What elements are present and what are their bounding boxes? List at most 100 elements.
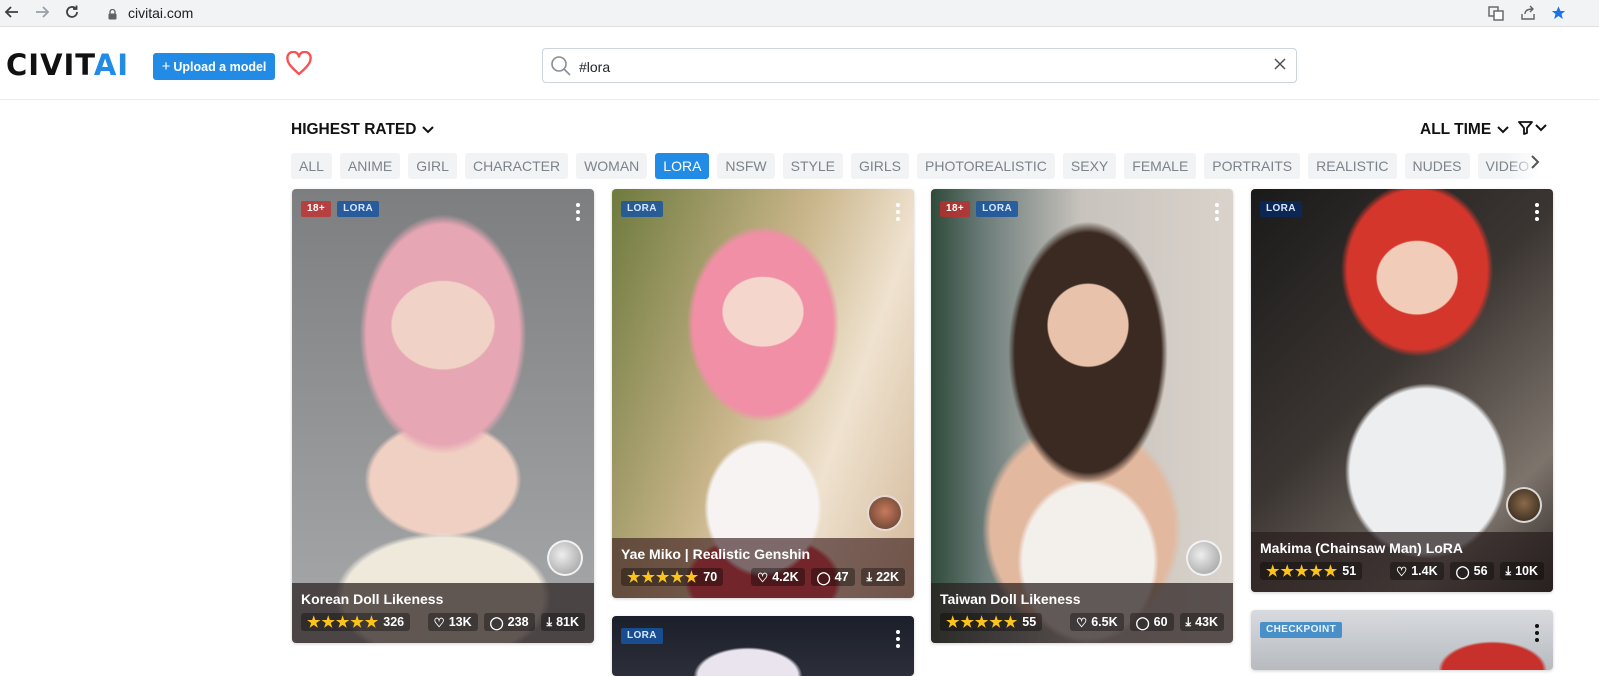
nsfw-badge: 18+ [940,201,971,217]
tag-chip-character[interactable]: CHARACTER [464,153,569,179]
model-card[interactable]: 18+ LORA Taiwan Doll Likeness ★★★★★ 55 ♡ 6… [931,189,1233,643]
likes-stat: ♡ 6.5K [1070,613,1124,631]
tag-chip-style[interactable]: STYLE [782,153,843,179]
tag-chip-all[interactable]: ALL [291,153,332,179]
tag-chip-female[interactable]: FEMALE [1124,153,1197,179]
chevron-down-icon [422,126,435,134]
filter-icon [1518,121,1533,135]
url-text[interactable]: civitai.com [128,5,193,21]
kebab-menu-icon[interactable] [1535,203,1539,221]
forward-arrow-icon[interactable] [34,4,50,25]
tag-chip-portraits[interactable]: PORTRAITS [1204,153,1301,179]
civitai-logo[interactable]: CIVITAI [6,50,129,80]
chevron-down-icon [1497,126,1509,134]
favorites-heart-button[interactable] [285,50,313,79]
heart-icon [286,50,312,76]
rating-stat: ★★★★★ 70 [621,568,724,586]
browser-toolbar: civitai.com [0,0,1599,27]
likes-count: 13K [448,615,472,629]
downloads-count: 22K [876,570,899,584]
creator-avatar[interactable] [867,495,903,531]
tag-chip-photorealistic[interactable]: PHOTOREALISTIC [917,153,1055,179]
kebab-menu-icon[interactable] [896,203,900,221]
upload-model-button[interactable]: + Upload a model [153,53,275,80]
likes-stat: ♡ 13K [427,613,478,631]
translate-icon[interactable] [1488,5,1504,24]
card-footer: Yae Miko | Realistic Genshin ★★★★★ 70 ♡ 4.… [612,538,914,598]
tag-chip-girl[interactable]: GIRL [408,153,457,179]
kebab-menu-icon[interactable] [576,203,580,221]
downloads-count: 10K [1515,564,1538,578]
model-name[interactable]: Makima (Chainsaw Man) LoRA [1260,540,1544,556]
tag-chip-realistic[interactable]: REALISTIC [1308,153,1397,179]
model-preview-image[interactable] [612,616,914,676]
sort-dropdown[interactable]: HIGHEST RATED [291,121,435,139]
logo-text-civit: CIVIT [6,48,94,82]
download-icon: ⤓ [546,614,553,629]
filter-button[interactable] [1518,121,1547,135]
model-card[interactable]: CHECKPOINT [1251,610,1553,670]
rating-count: 70 [703,570,718,584]
kebab-menu-icon[interactable] [896,630,900,648]
model-card[interactable]: LORA Yae Miko | Realistic Genshin ★★★★★ 7… [612,189,914,598]
close-icon[interactable] [1274,57,1286,74]
tag-chip-nudes[interactable]: NUDES [1404,153,1470,179]
reload-icon[interactable] [64,4,80,25]
model-type-badge: LORA [621,201,663,217]
bookmark-star-icon[interactable] [1550,5,1567,24]
downloads-count: 81K [556,615,579,629]
tag-chip-anime[interactable]: ANIME [339,153,401,179]
tag-chip-nsfw[interactable]: NSFW [717,153,775,179]
tag-chip-girls[interactable]: GIRLS [851,153,910,179]
model-name[interactable]: Yae Miko | Realistic Genshin [621,546,905,562]
tag-chip-woman[interactable]: WOMAN [576,153,648,179]
comments-count: 47 [834,570,849,584]
likes-count: 1.4K [1411,564,1438,578]
model-type-badge: LORA [1260,201,1302,217]
period-dropdown[interactable]: ALL TIME [1420,121,1509,139]
rating-stat: ★★★★★ 51 [1260,562,1363,580]
chevron-down-icon [1535,124,1547,132]
kebab-menu-icon[interactable] [1535,624,1539,642]
model-name[interactable]: Korean Doll Likeness [301,591,585,607]
search-icon [550,55,572,77]
likes-count: 6.5K [1091,615,1118,629]
share-icon[interactable] [1520,5,1536,24]
tag-chip-sexy[interactable]: SEXY [1062,153,1117,179]
model-type-badge: LORA [621,628,663,644]
tag-chip-lora[interactable]: LORA [655,153,710,179]
comments-stat: ◯ 47 [810,568,855,586]
comment-icon: ◯ [1455,564,1470,579]
lock-icon [108,7,117,20]
comments-stat: ◯ 56 [1449,562,1494,580]
model-preview-image[interactable] [1251,610,1553,670]
model-preview-image[interactable] [292,189,594,643]
back-arrow-icon[interactable] [4,4,20,25]
model-type-badge: LORA [337,201,380,217]
likes-stat: ♡ 1.4K [1390,562,1444,580]
kebab-menu-icon[interactable] [1215,203,1219,221]
model-preview-image[interactable] [612,189,914,598]
address-bar[interactable] [96,1,1476,26]
model-card[interactable]: LORA [612,616,914,676]
downloads-stat: ⤓ 81K [540,613,585,631]
search-input[interactable]: #lora [579,59,610,75]
plus-icon: + [161,58,171,75]
heart-icon: ♡ [1076,615,1088,630]
creator-avatar[interactable] [1506,487,1542,523]
model-card[interactable]: LORA Makima (Chainsaw Man) LoRA ★★★★★ 51 … [1251,189,1553,592]
chevron-right-icon[interactable] [1530,155,1540,172]
logo-text-ai: AI [93,48,130,82]
model-preview-image[interactable] [931,189,1233,643]
sort-label: HIGHEST RATED [291,121,417,138]
creator-avatar[interactable] [547,540,583,576]
star-icon: ★★★★★ [307,614,380,631]
model-card[interactable]: 18+ LORA Korean Doll Likeness ★★★★★ 326 ♡… [292,189,594,643]
creator-avatar[interactable] [1186,540,1222,576]
rating-count: 55 [1022,615,1037,629]
card-footer: Makima (Chainsaw Man) LoRA ★★★★★ 51 ♡ 1.4K… [1251,532,1553,592]
search-bar[interactable]: #lora [542,48,1297,83]
model-name[interactable]: Taiwan Doll Likeness [940,591,1224,607]
card-footer: Korean Doll Likeness ★★★★★ 326 ♡ 13K ◯ 238 … [292,583,594,643]
download-icon: ⤓ [1505,563,1512,578]
